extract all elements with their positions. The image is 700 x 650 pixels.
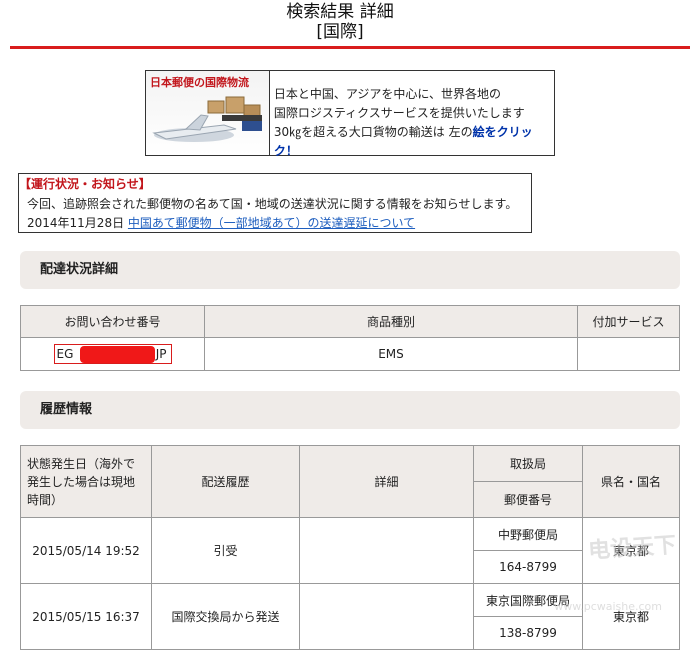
section-history: 履歴情報 xyxy=(20,391,680,429)
notice-box: 【運行状況・お知らせ】 今回、追跡照会された郵便物の名あて国・地域の送達状況に関… xyxy=(18,173,532,233)
header-divider xyxy=(10,46,690,49)
col-product-type: 商品種別 xyxy=(204,305,578,338)
airplane-cargo-icon xyxy=(152,96,262,142)
notice-body: 今回、追跡照会された郵便物の名あて国・地域の送達状況に関する情報をお知らせします… xyxy=(27,197,518,211)
banner-image[interactable]: 日本郵便の国際物流 xyxy=(146,71,270,155)
product-type-cell: EMS xyxy=(204,337,578,371)
col-tracking-number: お問い合わせ番号 xyxy=(20,305,205,338)
watermark-logo: 电设天下 xyxy=(587,532,677,565)
col-extra-service: 付加サービス xyxy=(577,305,680,338)
section-delivery-detail: 配達状況詳細 xyxy=(20,251,680,289)
tracking-number: EG JP xyxy=(53,344,172,364)
extra-service-cell xyxy=(577,337,680,371)
col-detail: 詳細 xyxy=(299,445,474,518)
delivery-detail-table: お問い合わせ番号 商品種別 付加サービス EG JP EMS xyxy=(20,305,680,371)
col-delivery-history: 配送履歴 xyxy=(151,445,300,518)
col-office: 取扱局 xyxy=(473,445,583,482)
table-row: 2015/05/14 19:52 引受 中野郵便局 東京都 xyxy=(20,517,680,584)
tracking-number-cell: EG JP xyxy=(20,337,205,371)
col-postal-code: 郵便番号 xyxy=(473,481,583,518)
col-prefecture: 県名・国名 xyxy=(582,445,680,518)
redaction-mask xyxy=(79,346,155,363)
history-table: 状態発生日（海外で発生した場合は現地時間） 配送履歴 詳細 取扱局 県名・国名 … xyxy=(20,445,680,650)
col-status-date: 状態発生日（海外で発生した場合は現地時間） xyxy=(20,445,152,518)
watermark-url: www.pcwaishe.com xyxy=(554,600,662,613)
notice-heading: 【運行状況・お知らせ】 xyxy=(19,177,151,191)
banner-text: 日本と中国、アジアを中心に、世界各地の 国際ロジスティクスサービスを提供いたしま… xyxy=(273,87,533,158)
table-row: EG JP EMS xyxy=(20,337,680,371)
intl-logistics-banner[interactable]: 日本郵便の国際物流 日本と中国、アジアを中心に、世界各地の 国際ロジスティクスサ… xyxy=(145,70,555,158)
notice-date-line: 2014年11月28日 中国あて郵便物（一部地域あて）の送達遅延について xyxy=(27,216,416,230)
page-title: 検索結果 詳細 [国際] xyxy=(286,2,394,42)
notice-link-china-delay[interactable]: 中国あて郵便物（一部地域あて）の送達遅延について xyxy=(128,216,415,230)
